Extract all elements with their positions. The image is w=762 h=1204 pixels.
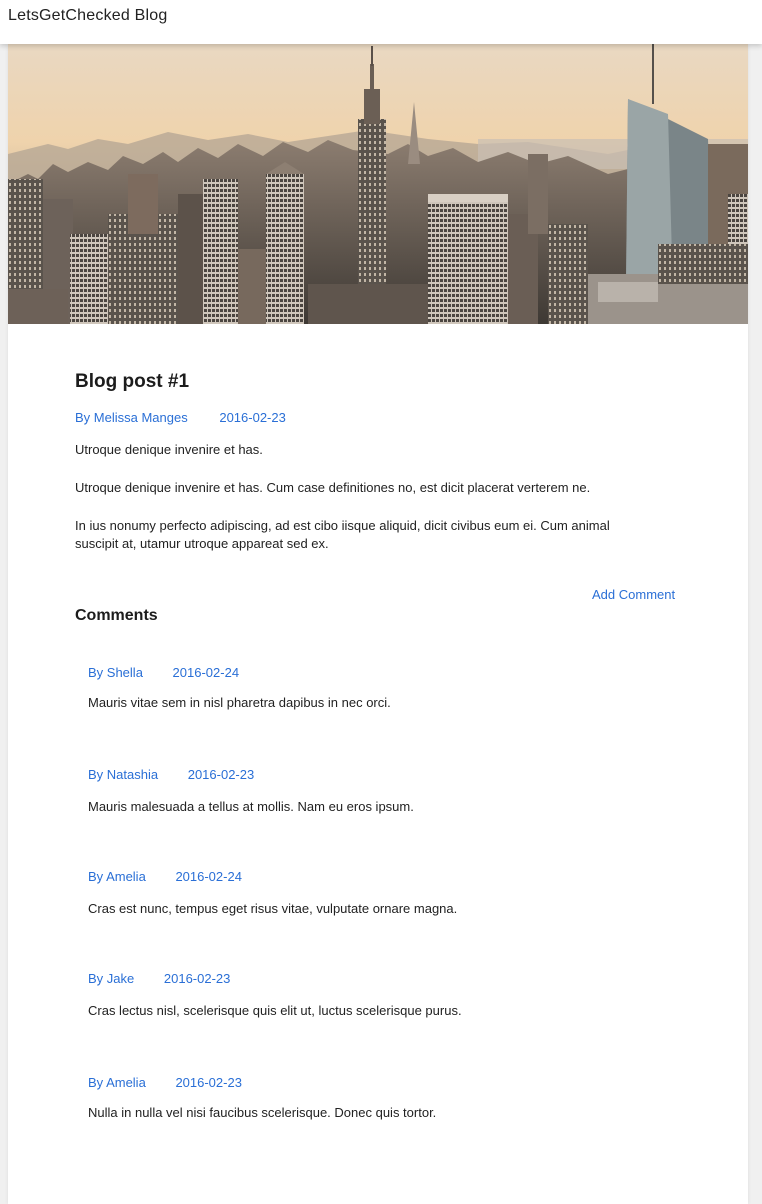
comment-author-link[interactable]: By Shella (88, 665, 143, 680)
brand-link[interactable]: LetsGetChecked Blog (8, 7, 167, 25)
comment-author-link[interactable]: By Jake (88, 971, 134, 986)
post-title: Blog post #1 (75, 371, 190, 392)
post-author-link[interactable]: By Melissa Manges (75, 410, 188, 425)
comment-author-link[interactable]: By Amelia (88, 869, 146, 884)
add-comment-link[interactable]: Add Comment (592, 587, 675, 602)
blog-post-card: Blog post #1 By Melissa Manges 2016-02-2… (8, 44, 748, 1204)
comment-date: 2016-02-23 (163, 971, 231, 986)
hero-cityscape-image (8, 44, 748, 324)
comment-text: Cras est nunc, tempus eget risus vitae, … (88, 901, 458, 916)
post-paragraph: Utroque denique invenire et has. (75, 442, 263, 457)
comment-date: 2016-02-23 (175, 1075, 242, 1090)
comments-heading: Comments (75, 607, 158, 624)
comment-author-link[interactable]: By Amelia (88, 1075, 146, 1090)
comment-text: Nulla in nulla vel nisi faucibus sceleri… (88, 1105, 437, 1120)
post-date: 2016-02-23 (219, 410, 286, 425)
comment-date: 2016-02-24 (172, 665, 240, 680)
post-paragraph: Utroque denique invenire et has. Cum cas… (75, 480, 591, 495)
post-paragraph: In ius nonumy perfecto adipiscing, ad es… (75, 518, 610, 551)
top-navbar: LetsGetChecked Blog (0, 0, 762, 44)
comment-meta: By Jake 2016-02-23 (88, 971, 230, 986)
comment-author-link[interactable]: By Natashia (88, 767, 158, 782)
comment-text: Cras lectus nisl, scelerisque quis elit … (88, 1003, 462, 1018)
comment-meta: By Amelia 2016-02-23 (88, 1075, 242, 1090)
comment-date: 2016-02-24 (175, 869, 242, 884)
comment-meta: By Shella 2016-02-24 (88, 665, 239, 680)
comment-meta: By Natashia 2016-02-23 (88, 767, 254, 782)
comment-text: Mauris vitae sem in nisl pharetra dapibu… (88, 695, 391, 710)
post-meta: By Melissa Manges 2016-02-23 (75, 410, 286, 425)
comment-text: Mauris malesuada a tellus at mollis. Nam… (88, 799, 414, 814)
comment-date: 2016-02-23 (187, 767, 255, 782)
comment-meta: By Amelia 2016-02-24 (88, 869, 242, 884)
